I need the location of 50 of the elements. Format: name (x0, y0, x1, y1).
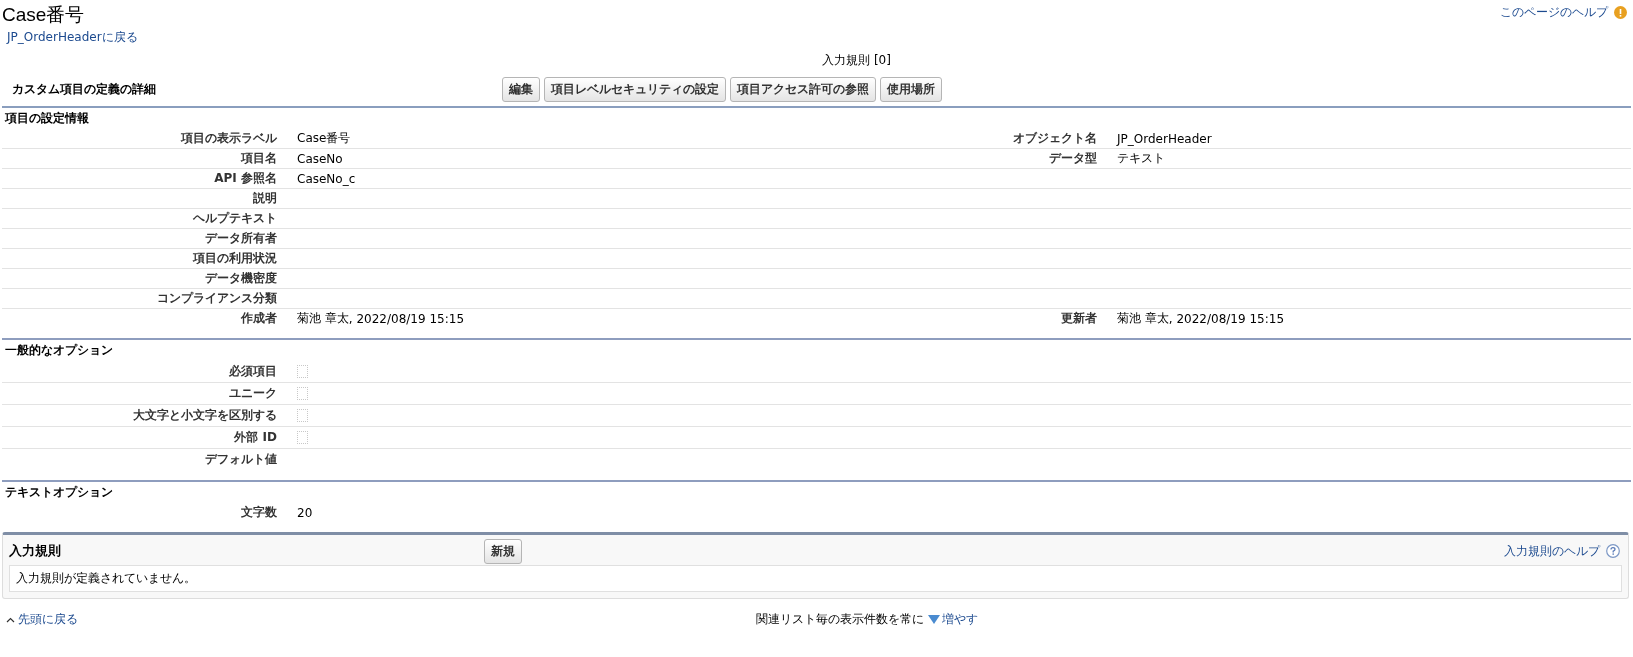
field-label: デフォルト値 (205, 452, 277, 466)
caret-icon (6, 616, 15, 623)
section-title: 項目の設定情報 (3, 110, 90, 127)
field-label: コンプライアンス分類 (157, 291, 277, 305)
new-button[interactable]: 新規 (484, 538, 522, 564)
field-label: 外部 ID (234, 430, 277, 444)
field-label: 必須項目 (229, 364, 277, 378)
field-label: データ機密度 (205, 271, 277, 285)
field-label: 項目名 (241, 151, 277, 165)
field-label: 作成者 (241, 311, 277, 325)
field-label: 説明 (253, 191, 277, 205)
field-value: 20 (297, 505, 313, 520)
section-title: 一般的なオプション (4, 342, 114, 359)
field-label: データ所有者 (205, 231, 277, 245)
field-label: データ型 (1049, 151, 1097, 165)
page-title: Case番号 (2, 4, 86, 26)
field-label: 更新者 (1061, 311, 1097, 325)
user-link[interactable]: 菊池 章太 (297, 310, 349, 327)
field-label: 文字数 (241, 505, 277, 519)
field-label: API 参照名 (214, 171, 277, 185)
object-link[interactable]: JP_OrderHeader (1117, 131, 1212, 146)
related-list-title: 入力規則 (9, 542, 62, 560)
back-link[interactable]: JP_OrderHeaderに戻る (7, 29, 138, 46)
section-title: テキストオプション (4, 484, 114, 501)
more-link[interactable]: 増やす (928, 611, 978, 628)
field-label: 大文字と小文字を区別する (133, 408, 277, 422)
detail-title: カスタム項目の定義の詳細 (12, 81, 157, 98)
action-button[interactable]: 項目レベルセキュリティの設定 (544, 77, 726, 102)
field-label: 項目の利用状況 (193, 251, 277, 265)
back-to-top-link[interactable]: 先頭に戻る (6, 611, 756, 628)
triangle-icon (928, 615, 940, 624)
user-link[interactable]: 菊池 章太 (1117, 310, 1169, 327)
field-value: Case番号 (297, 130, 351, 147)
list-size-note: 関連リスト毎の表示件数を常に (756, 611, 924, 628)
field-label: ヘルプテキスト (193, 211, 277, 225)
help-link[interactable]: 入力規則のヘルプ (1504, 542, 1600, 560)
timestamp: , 2022/08/19 15:15 (348, 311, 465, 326)
field-value: CaseNo (297, 151, 343, 166)
field-value: テキスト (1117, 150, 1165, 167)
action-button[interactable]: 項目アクセス許可の参照 (730, 77, 876, 102)
action-button[interactable]: 編集 (502, 77, 540, 102)
field-label: 項目の表示ラベル (181, 131, 277, 145)
field-label: ユニーク (229, 386, 277, 400)
related-list-link[interactable]: 入力規則 [0] (822, 52, 891, 69)
action-button[interactable]: 使用場所 (880, 77, 942, 102)
help-link[interactable]: このページのヘルプ (1500, 4, 1608, 21)
field-value: CaseNo_c (297, 171, 356, 186)
field-label: オブジェクト名 (1013, 131, 1097, 145)
empty-message: 入力規則が定義されていません。 (9, 565, 1622, 592)
timestamp: , 2022/08/19 15:15 (1168, 311, 1285, 326)
